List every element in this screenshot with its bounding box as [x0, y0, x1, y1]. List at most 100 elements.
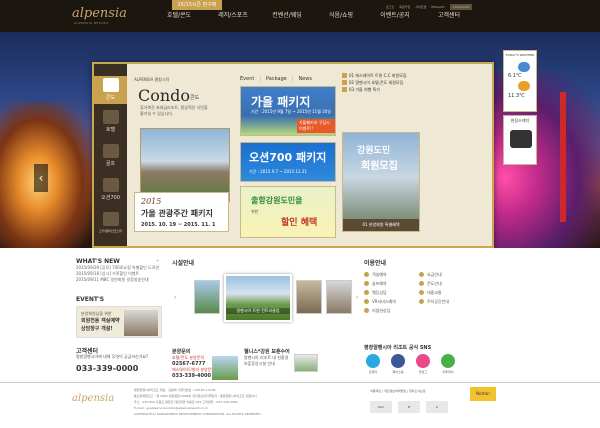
- bullet-icon: [419, 299, 424, 304]
- nav-item-convention[interactable]: 컨벤션/웨딩: [260, 12, 314, 20]
- guide-link[interactable]: 골프예약: [364, 281, 419, 287]
- footer: alpensia 평창알펜시아리조트 대표 : 김용택 사업자번호 : 226-…: [0, 382, 600, 428]
- news-item[interactable]: 2015/09/11 MBC 일반회원 갈증방송안내: [76, 277, 162, 283]
- footer-logo: alpensia: [72, 393, 115, 404]
- condo-title: Condo: [138, 86, 191, 105]
- m-badge[interactable]: M: [398, 401, 420, 413]
- guide-link[interactable]: 콘도안내: [419, 281, 474, 287]
- sitemap-link[interactable]: 사이트맵: [415, 5, 426, 9]
- nav-item-leisure[interactable]: 레저/스포츠: [206, 12, 260, 20]
- english-link[interactable]: ENGLISH: [431, 5, 444, 9]
- lower-content: WHAT'S NEW + 2015/09/29 [공모] 700로쇼핑 특별할인…: [0, 248, 600, 428]
- sns-title: 평창알펜시아 리조트 공식 SNS: [364, 345, 432, 351]
- top-links: 로그인 회원가입 사이트맵 ENGLISH LANGUAGE: [386, 4, 473, 10]
- sns-me2day[interactable]: 미투데이: [439, 354, 457, 374]
- tab-event[interactable]: Event: [240, 76, 254, 82]
- hotel-icon: [102, 110, 119, 124]
- gallery-thumb[interactable]: [194, 280, 220, 314]
- tourweek-banner[interactable]: 2015 가을 관광주간 패키지 2015. 10. 19 ~ 2015. 11…: [134, 192, 229, 232]
- promo-badge[interactable]: 15/15시즌 판구매: [172, 0, 222, 10]
- guide-link-label: VR서비스예약: [372, 299, 396, 304]
- join-link[interactable]: 회원가입: [399, 5, 410, 9]
- side-item-ski[interactable]: 스키/알파인코스터: [94, 212, 127, 242]
- customer-number[interactable]: 033-339-0000: [76, 364, 138, 373]
- customer-hours: 평창알펜시아에 대해 무엇이 궁금하신가요?: [76, 354, 149, 359]
- tab-news[interactable]: News: [298, 76, 312, 82]
- nav-item-hotel[interactable]: 호텔/콘도: [152, 12, 206, 20]
- guide-link-label: 객실예약: [372, 272, 387, 277]
- sns-twitter[interactable]: 트위터: [364, 354, 382, 374]
- guide-link[interactable]: 웨딩상담: [364, 290, 419, 296]
- sales-inquiry[interactable]: 분양문의 호텔/콘도 분양문의 02567-6777 에스테이트/빌라 분양문의…: [172, 348, 238, 380]
- banner-title: 강원도민: [357, 146, 391, 156]
- gallery-prev-arrow[interactable]: ‹: [174, 294, 176, 301]
- gdc-badge[interactable]: GDC: [370, 401, 392, 413]
- nav-item-dining[interactable]: 식음/쇼핑: [314, 12, 368, 20]
- webcam-widget[interactable]: 현장스케치: [503, 115, 537, 165]
- event-banner[interactable]: 분양회원님을 위한 회원전용 객실예약 상담창구 개설!: [76, 306, 162, 338]
- nav-item-customer[interactable]: 고객센터: [422, 12, 476, 20]
- norton-badge[interactable]: Norton: [470, 387, 496, 401]
- side-item-condo[interactable]: 콘도: [94, 76, 127, 104]
- tab-package[interactable]: Package: [266, 76, 287, 82]
- guide-link[interactable]: 요금안내: [419, 272, 474, 278]
- gallery-next-arrow[interactable]: ›: [356, 294, 358, 301]
- list-item-label: 03 가을 여행 특가: [349, 87, 380, 92]
- cloud-icon: [518, 62, 530, 72]
- bullet-icon: [419, 281, 424, 286]
- sns-links: 트위터 페이스북 블로그 미투데이: [364, 354, 457, 374]
- side-item-golf[interactable]: 골프: [94, 144, 127, 170]
- tourweek-date: 2015. 10. 19 ~ 2015. 11. 1: [141, 222, 216, 228]
- weather-widget[interactable]: TODAY'S WEATHER 6.1℃ 11.3℃: [503, 50, 537, 112]
- list-item[interactable]: 01 에스테이트 트윈 C.C 회원모집: [342, 72, 416, 79]
- footer-links[interactable]: 이용약관 | 개인정보처리방침 | 찾아오시는길: [370, 389, 426, 393]
- guide-link[interactable]: VR서비스예약: [364, 299, 419, 305]
- banner-title: 오션700 패키지: [249, 151, 327, 164]
- wave-icon: [102, 178, 119, 192]
- guide-link[interactable]: 리셉션상담: [364, 308, 419, 314]
- weather-temp-2: 11.3℃: [508, 93, 525, 99]
- guide-link[interactable]: 주차공간안내: [419, 299, 474, 305]
- language-button[interactable]: LANGUAGE: [449, 4, 473, 10]
- me2day-icon: [441, 354, 455, 368]
- main-nav: 호텔/콘도 레저/스포츠 컨벤션/웨딩 식음/쇼핑 이벤트/공지 고객센터: [152, 12, 476, 20]
- sns-facebook[interactable]: 페이스북: [389, 354, 407, 374]
- building-icon: [102, 78, 119, 92]
- resident-discount-banner[interactable]: 출항강원도민을 위한 할인 혜택: [240, 186, 336, 238]
- autumn-package-banner[interactable]: 가을 패키지 기간 : 2015년 9월 7일 ~ 2015년 11월 30일 …: [240, 86, 336, 136]
- banner-subtitle: 회원모집: [361, 161, 398, 172]
- side-item-ocean[interactable]: 오션700: [94, 178, 127, 204]
- condo-photo[interactable]: [140, 128, 230, 202]
- welfare-info[interactable]: 웰니스*강원 보훈수어 알펜시아 리조트 내 친환경 보훈휴양시설 안내: [244, 348, 324, 372]
- list-item[interactable]: 03 가을 여행 특가: [342, 86, 416, 93]
- footer-badges: GDC M K: [370, 401, 448, 413]
- whats-new-more[interactable]: +: [156, 258, 159, 263]
- hero-prev-arrow[interactable]: ‹: [34, 164, 48, 192]
- gallery-thumb[interactable]: [296, 280, 322, 314]
- guide-link[interactable]: 객실예약: [364, 272, 419, 278]
- banner-subtitle: 위한: [251, 209, 259, 214]
- gallery-main-photo[interactable]: 알펜시아 트윈 컨트리클럽: [224, 274, 292, 322]
- tab-separator: |: [259, 76, 262, 82]
- guide-link-label: 웨딩상담: [372, 290, 387, 295]
- webcam-title: 현장스케치: [510, 118, 530, 123]
- k-badge[interactable]: K: [426, 401, 448, 413]
- event-photo: [124, 310, 158, 336]
- banner-badge: 가을패키지 구입시 이벤트!!: [297, 119, 335, 133]
- sns-blog[interactable]: 블로그: [414, 354, 432, 374]
- membership-banner[interactable]: 강원도민 회원모집 01 분양회원 특별혜택: [342, 132, 420, 232]
- side-item-hotel[interactable]: 호텔: [94, 110, 127, 136]
- panel-brand-line: ALPENSIA 평창시작: [134, 77, 170, 82]
- guide-link-label: 리셉션상담: [372, 308, 391, 313]
- guide-link[interactable]: 대중교통: [419, 290, 474, 296]
- tab-separator: |: [291, 76, 294, 82]
- ocean700-package-banner[interactable]: 오션700 패키지 기간 : 2015.9.7 ~ 2015.12.31: [240, 142, 336, 182]
- list-item[interactable]: 02 알펜시아 호텔,콘도 회원모집: [342, 79, 416, 86]
- nav-item-event[interactable]: 이벤트/공지: [368, 12, 422, 20]
- login-link[interactable]: 로그인: [386, 5, 394, 9]
- gallery-thumb[interactable]: [326, 280, 352, 314]
- panel-tabs: Event | Package | News: [240, 76, 312, 82]
- whats-new-list: 2015/09/29 [공모] 700로쇼핑 특별할인 도로연 2015/09/…: [76, 265, 162, 283]
- bullet-icon: [364, 290, 369, 295]
- logo[interactable]: alpensia: [72, 6, 127, 21]
